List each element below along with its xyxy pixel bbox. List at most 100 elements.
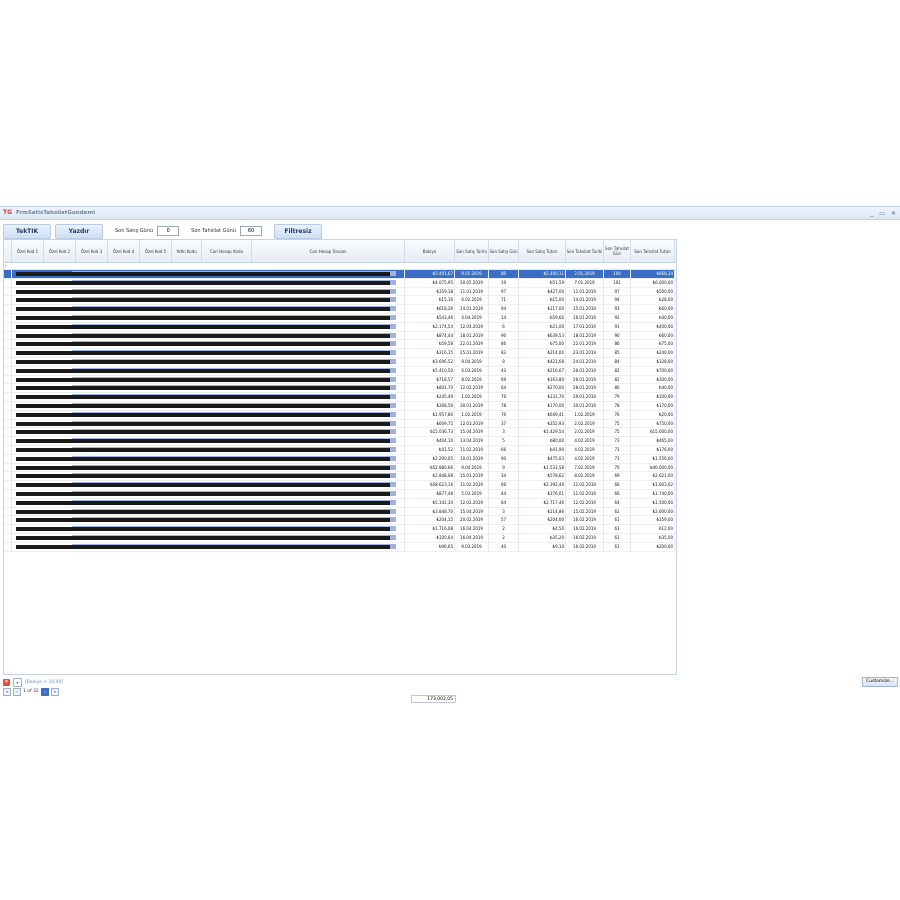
table-cell[interactable]: 83 <box>489 349 519 357</box>
table-cell[interactable]: 4.04.2019 <box>455 313 489 322</box>
table-cell[interactable]: 66 <box>489 445 519 454</box>
table-cell[interactable]: 29.01.2019 <box>566 393 604 401</box>
table-cell[interactable]: 22.01.2019 <box>566 340 604 349</box>
table-row[interactable]: ₺96,65 9.03.2019 40 ₺9,10 16.02.2019 61 ₺200,0… <box>4 542 676 552</box>
row-indicator[interactable] <box>4 489 12 498</box>
table-cell[interactable]: 11.01.2019 <box>455 287 489 296</box>
table-cell[interactable]: ₺41,52 <box>405 445 455 454</box>
table-row[interactable]: ₺58.623,16 11.02.2019 66 ₺2.392,49 11.02.201… <box>4 481 676 490</box>
table-cell[interactable]: 14 <box>489 313 519 322</box>
table-cell[interactable]: ₺427,00 <box>519 287 566 296</box>
table-cell[interactable]: 94 <box>489 305 519 313</box>
row-indicator[interactable] <box>4 331 12 340</box>
table-cell[interactable]: 73 <box>604 454 631 463</box>
table-cell[interactable]: ₺15,00 <box>519 296 566 305</box>
table-cell[interactable]: ₺328,00 <box>631 357 675 366</box>
table-cell[interactable]: 75 <box>604 428 631 437</box>
table-cell[interactable]: 24.01.2019 <box>566 357 604 366</box>
table-row[interactable]: ₺15.036,73 15.04.2019 3 ₺1.429,54 2.02.2019 7… <box>4 428 676 438</box>
row-indicator[interactable] <box>4 349 12 357</box>
table-row[interactable]: ₺543,46 4.04.2019 14 ₺59,60 16.01.2019 92 ₺40,… <box>4 313 676 323</box>
table-cell[interactable]: ₺668,34 <box>631 270 675 278</box>
table-cell[interactable]: 1.02.2019 <box>455 393 489 401</box>
table-row[interactable]: ₺1.716,08 16.04.2019 2 ₺4,50 16.02.2019 61 ₺12… <box>4 525 676 534</box>
row-indicator[interactable] <box>4 445 12 454</box>
table-cell[interactable]: ₺578,62 <box>519 472 566 481</box>
row-indicator[interactable] <box>4 366 12 375</box>
table-cell[interactable]: 26.01.2019 <box>566 375 604 384</box>
minimize-icon[interactable]: _ <box>870 210 873 217</box>
table-cell[interactable]: 94 <box>604 296 631 305</box>
table-cell[interactable]: ₺2.717,46 <box>519 498 566 507</box>
table-cell[interactable]: 16.02.2019 <box>566 525 604 533</box>
table-cell[interactable]: ₺2.621,00 <box>631 472 675 481</box>
filter-dropdown-icon[interactable]: ▾ <box>13 677 22 687</box>
row-indicator[interactable] <box>4 340 12 349</box>
table-cell[interactable]: 44 <box>489 489 519 498</box>
table-cell[interactable]: 78 <box>489 401 519 410</box>
table-cell[interactable]: ₺649,41 <box>519 410 566 419</box>
table-cell[interactable]: ₺159,00 <box>631 516 675 525</box>
row-indicator[interactable] <box>4 384 12 393</box>
table-row[interactable]: ₺100,64 16.04.2019 2 ₺35,20 16.02.2019 61 ₺35,… <box>4 533 676 543</box>
table-cell[interactable]: 12.02.2019 <box>455 498 489 507</box>
table-cell[interactable]: ₺51,59 <box>519 278 566 287</box>
table-cell[interactable]: 92 <box>604 313 631 322</box>
table-cell[interactable]: ₺1.429,54 <box>519 428 566 437</box>
table-cell[interactable]: ₺59,60 <box>519 313 566 322</box>
customize-button[interactable]: Customize... <box>862 677 898 687</box>
table-cell[interactable]: 26.01.2019 <box>566 366 604 375</box>
table-cell[interactable]: 5.03.2019 <box>455 489 489 498</box>
table-cell[interactable]: 1.02.2019 <box>455 410 489 419</box>
table-cell[interactable]: 78 <box>604 401 631 410</box>
row-indicator[interactable] <box>4 428 12 437</box>
table-cell[interactable]: ₺316,15 <box>405 349 455 357</box>
tektik-button[interactable]: TekTIK <box>3 223 51 239</box>
last-page-icon[interactable]: » <box>50 687 59 696</box>
table-cell[interactable]: ₺5.401,67 <box>405 270 455 278</box>
column-header[interactable]: Cari Hesap Kodu <box>202 240 252 262</box>
table-cell[interactable]: 2 <box>489 525 519 533</box>
row-indicator[interactable] <box>4 313 12 322</box>
row-indicator[interactable] <box>4 287 12 296</box>
table-cell[interactable]: 64 <box>489 498 519 507</box>
table-cell[interactable]: ₺6.000,00 <box>631 278 675 287</box>
table-row[interactable]: ₺877,48 5.03.2019 44 ₺376,01 11.02.2019 66 ₺1.… <box>4 489 676 499</box>
table-cell[interactable]: ₺359,18 <box>405 287 455 296</box>
table-row[interactable]: ₺41,52 11.02.2019 66 ₺41,90 4.02.2019 73 ₺176,… <box>4 445 676 455</box>
table-cell[interactable]: ₺718,57 <box>405 375 455 384</box>
table-cell[interactable]: ₺100,00 <box>631 393 675 401</box>
next-page-icon[interactable]: › <box>40 687 49 696</box>
table-cell[interactable]: 82 <box>604 366 631 375</box>
table-cell[interactable]: 86 <box>489 340 519 349</box>
table-cell[interactable]: ₺1.500,00 <box>631 498 675 507</box>
row-indicator[interactable] <box>4 278 12 287</box>
table-cell[interactable]: 2.02.2019 <box>566 419 604 428</box>
table-cell[interactable]: 11.02.2019 <box>455 481 489 489</box>
table-cell[interactable]: 30.01.2019 <box>566 401 604 410</box>
table-cell[interactable]: 91 <box>604 322 631 331</box>
table-cell[interactable]: ₺874,44 <box>405 331 455 340</box>
table-cell[interactable]: 76 <box>489 410 519 419</box>
column-header[interactable]: Son Tahsilat Tutarı <box>631 240 675 262</box>
table-cell[interactable]: ₺60,00 <box>631 305 675 313</box>
table-cell[interactable]: 64 <box>604 498 631 507</box>
table-cell[interactable]: 14.01.2019 <box>566 296 604 305</box>
table-cell[interactable]: 4.02.2019 <box>566 437 604 445</box>
row-indicator[interactable] <box>4 305 12 313</box>
table-cell[interactable]: 62 <box>604 507 631 516</box>
table-cell[interactable]: 80 <box>604 384 631 393</box>
table-cell[interactable]: 61 <box>604 533 631 542</box>
table-cell[interactable]: 7.01.2019 <box>566 278 604 287</box>
table-cell[interactable]: 16.01.2019 <box>566 313 604 322</box>
column-header[interactable]: Yetki Kodu <box>172 240 202 262</box>
table-cell[interactable]: 23.01.2019 <box>566 349 604 357</box>
table-row[interactable]: ₺268,56 30.01.2019 78 ₺170,00 30.01.2019 78 ₺1… <box>4 401 676 411</box>
row-indicator[interactable] <box>4 393 12 401</box>
table-cell[interactable]: 73 <box>604 437 631 445</box>
table-cell[interactable]: 18.01.2019 <box>566 331 604 340</box>
table-cell[interactable]: ₺204,00 <box>519 516 566 525</box>
son-tahsilat-input[interactable]: 60 <box>240 226 262 236</box>
row-indicator[interactable] <box>4 375 12 384</box>
table-cell[interactable]: 37 <box>489 419 519 428</box>
